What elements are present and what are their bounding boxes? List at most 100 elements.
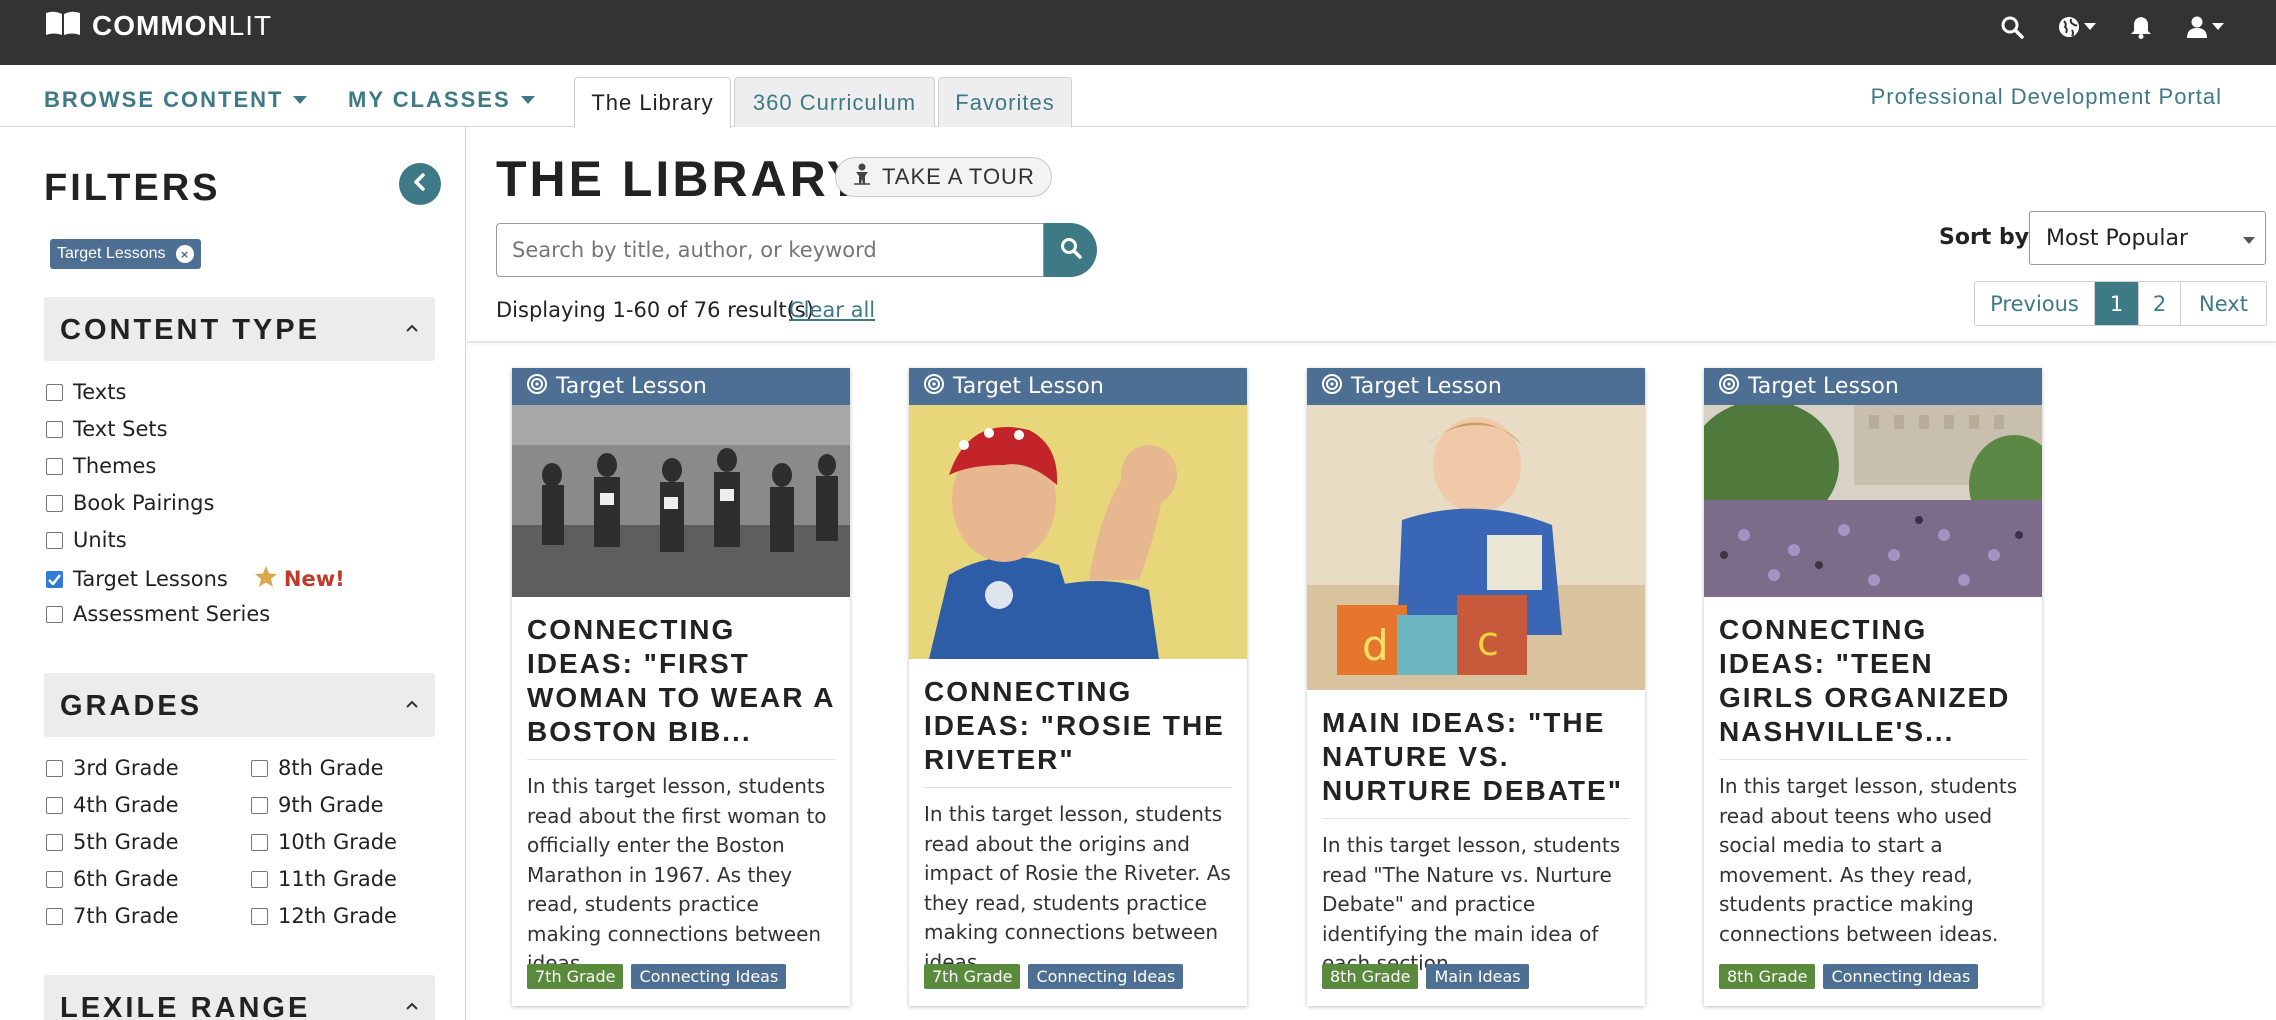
remove-filter-icon[interactable]: × <box>175 245 194 263</box>
lesson-card[interactable]: Target Lesson CONNECTING IDEAS: "FIRST W… <box>512 368 850 1006</box>
page-2-button[interactable]: 2 <box>2139 282 2181 325</box>
card-type-label: Target Lesson <box>556 374 707 399</box>
grade-7[interactable]: 7th Grade <box>46 904 179 928</box>
tour-label: TAKE A TOUR <box>882 164 1035 189</box>
active-filter-chip: Target Lessons × <box>50 239 201 269</box>
lesson-card[interactable]: Target Lesson CONNECTING IDEAS: "ROSIE T… <box>909 368 1247 1006</box>
checkbox[interactable] <box>46 759 63 777</box>
caret-down-icon <box>520 96 535 104</box>
lesson-card[interactable]: Target Lesson CONNECTING IDEAS: "TEEN GI… <box>1704 368 2042 1006</box>
filter-text-sets[interactable]: Text Sets <box>46 417 168 441</box>
card-image-marathon <box>512 405 850 597</box>
checkbox[interactable] <box>251 833 268 851</box>
my-classes-menu[interactable]: MY CLASSES <box>348 87 535 113</box>
lexile-range-header[interactable]: LEXILE RANGE <box>44 975 435 1020</box>
filter-texts[interactable]: Texts <box>46 380 126 404</box>
grade-12[interactable]: 12th Grade <box>251 904 397 928</box>
grade-label: 5th Grade <box>73 830 179 854</box>
skill-tag: Main Ideas <box>1426 964 1529 989</box>
card-title[interactable]: CONNECTING IDEAS: "FIRST WOMAN TO WEAR A… <box>512 597 850 759</box>
grade-tag: 7th Grade <box>527 964 624 989</box>
commonlit-logo[interactable]: COMMONLIT <box>44 10 272 42</box>
content-type-title: CONTENT TYPE <box>60 314 320 346</box>
grade-label: 12th Grade <box>278 904 397 928</box>
grade-label: 7th Grade <box>73 904 179 928</box>
grade-label: 8th Grade <box>278 756 384 780</box>
tab-favorites[interactable]: Favorites <box>938 77 1072 127</box>
card-image-baby-blocks: d c <box>1307 405 1645 690</box>
filters-sidebar: FILTERS Target Lessons × CONTENT TYPE Te… <box>0 127 466 1020</box>
filter-themes[interactable]: Themes <box>46 454 156 478</box>
tab-the-library[interactable]: The Library <box>574 77 731 128</box>
card-title[interactable]: CONNECTING IDEAS: "ROSIE THE RIVETER" <box>909 659 1247 787</box>
collapse-sidebar-button[interactable] <box>399 163 441 205</box>
search-input[interactable] <box>496 223 1044 277</box>
checkbox[interactable] <box>46 907 63 925</box>
tab-360-curriculum[interactable]: 360 Curriculum <box>734 77 935 127</box>
search-icon[interactable] <box>2000 12 2024 42</box>
clear-all-link[interactable]: Clear all <box>789 298 875 322</box>
checkbox[interactable] <box>251 907 268 925</box>
card-description: In this target lesson, students read "Th… <box>1322 833 1621 975</box>
grades-header[interactable]: GRADES <box>44 673 435 737</box>
checkbox[interactable] <box>46 833 63 851</box>
professional-development-link[interactable]: Professional Development Portal <box>1871 84 2222 110</box>
card-title[interactable]: MAIN IDEAS: "THE NATURE VS. NURTURE DEBA… <box>1307 690 1645 818</box>
person-icon <box>852 163 872 191</box>
content-type-header[interactable]: CONTENT TYPE <box>44 297 435 361</box>
take-a-tour-button[interactable]: TAKE A TOUR <box>835 157 1052 197</box>
next-page-button[interactable]: Next <box>2181 282 2266 325</box>
grade-tag: 7th Grade <box>924 964 1021 989</box>
globe-icon[interactable] <box>2058 12 2096 42</box>
card-description: In this target lesson, students read abo… <box>527 774 827 975</box>
grades-title: GRADES <box>60 690 203 722</box>
checkbox[interactable] <box>251 759 268 777</box>
sort-select[interactable]: Most Popular <box>2029 211 2266 265</box>
bell-icon[interactable] <box>2130 12 2152 42</box>
target-icon <box>1718 373 1740 401</box>
target-icon <box>526 373 548 401</box>
grade-6[interactable]: 6th Grade <box>46 867 179 891</box>
checkbox[interactable] <box>46 605 63 623</box>
search-button[interactable] <box>1044 223 1097 277</box>
checkbox[interactable] <box>46 457 63 475</box>
grade-9[interactable]: 9th Grade <box>251 793 384 817</box>
checkbox-checked[interactable] <box>46 570 63 588</box>
grade-label: 11th Grade <box>278 867 397 891</box>
grade-4[interactable]: 4th Grade <box>46 793 179 817</box>
grade-10[interactable]: 10th Grade <box>251 830 397 854</box>
filter-label: Texts <box>73 380 127 404</box>
filter-units[interactable]: Units <box>46 528 127 552</box>
card-title[interactable]: CONNECTING IDEAS: "TEEN GIRLS ORGANIZED … <box>1704 597 2042 759</box>
filter-label: Units <box>73 528 127 552</box>
pagination: Previous 1 2 Next <box>1974 281 2267 326</box>
user-icon[interactable] <box>2186 12 2224 42</box>
checkbox[interactable] <box>46 383 63 401</box>
grade-3[interactable]: 3rd Grade <box>46 756 179 780</box>
checkbox[interactable] <box>46 494 63 512</box>
card-type-label: Target Lesson <box>1748 374 1899 399</box>
svg-text:d: d <box>1362 621 1389 670</box>
checkbox[interactable] <box>46 420 63 438</box>
checkbox[interactable] <box>251 796 268 814</box>
filter-target-lessons[interactable]: Target Lessons New! <box>46 565 345 593</box>
card-type-label: Target Lesson <box>1351 374 1502 399</box>
new-badge: New! <box>254 565 345 593</box>
filter-assessment-series[interactable]: Assessment Series <box>46 602 270 626</box>
lesson-card[interactable]: Target Lesson d c MAIN IDEAS: "THE NATUR… <box>1307 368 1645 1006</box>
checkbox[interactable] <box>46 870 63 888</box>
checkbox[interactable] <box>251 870 268 888</box>
page-1-button[interactable]: 1 <box>2095 282 2139 325</box>
grade-8[interactable]: 8th Grade <box>251 756 384 780</box>
checkbox[interactable] <box>46 796 63 814</box>
checkbox[interactable] <box>46 531 63 549</box>
grade-5[interactable]: 5th Grade <box>46 830 179 854</box>
filter-book-pairings[interactable]: Book Pairings <box>46 491 214 515</box>
grade-tag: 8th Grade <box>1322 964 1419 989</box>
lexile-range-title: LEXILE RANGE <box>60 992 311 1020</box>
previous-page-button[interactable]: Previous <box>1975 282 2095 325</box>
card-description: In this target lesson, students read abo… <box>1719 774 2018 946</box>
grade-label: 10th Grade <box>278 830 397 854</box>
browse-content-menu[interactable]: BROWSE CONTENT <box>44 87 308 113</box>
grade-11[interactable]: 11th Grade <box>251 867 397 891</box>
